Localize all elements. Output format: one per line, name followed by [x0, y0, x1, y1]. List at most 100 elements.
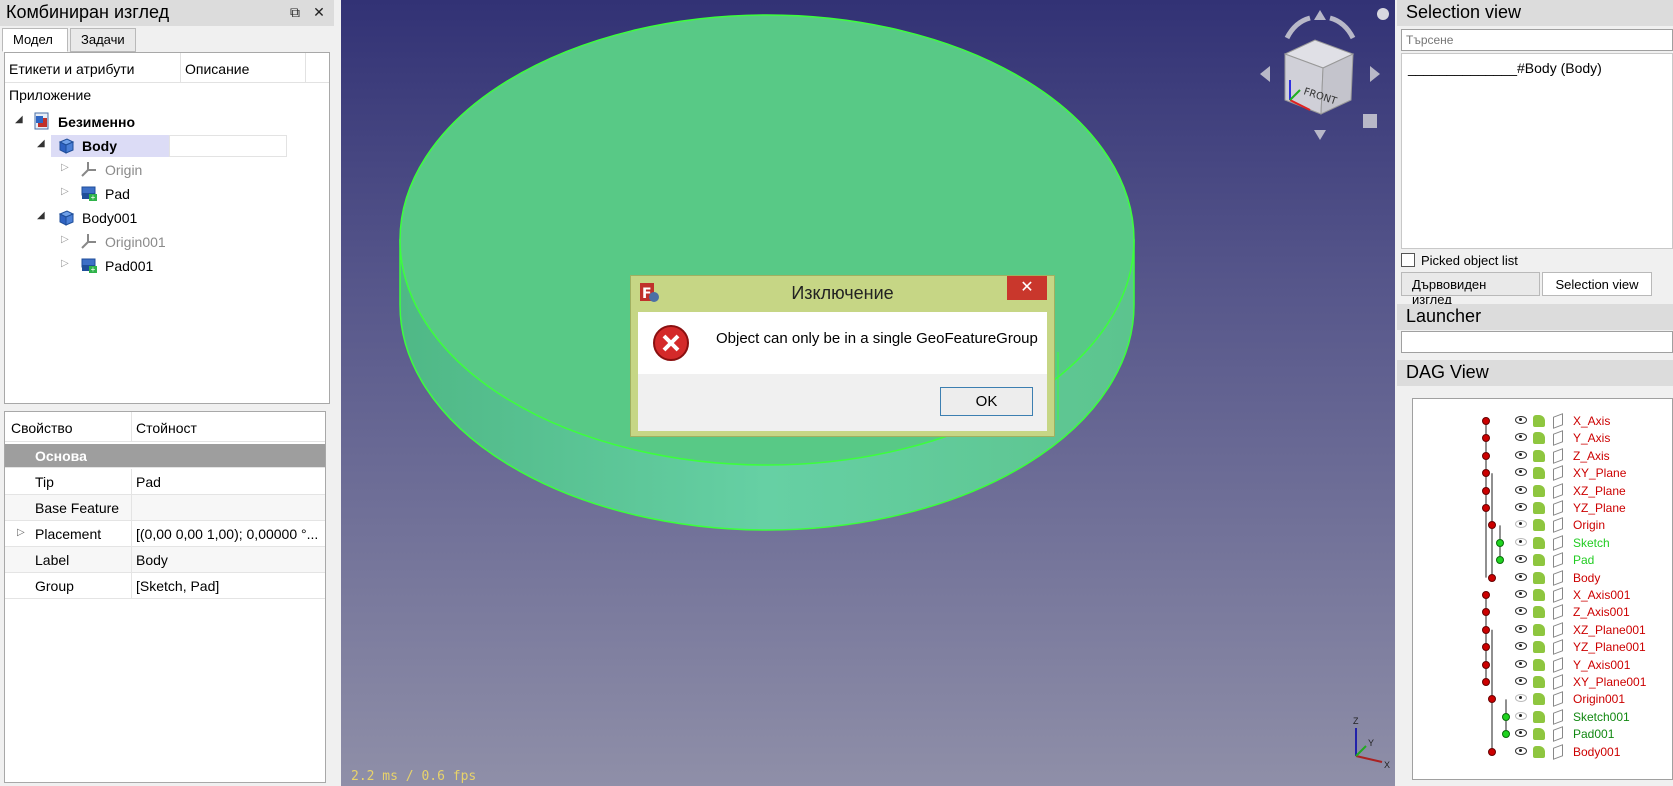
tree-item-pad001[interactable]: ▷ + Pad001	[5, 255, 305, 277]
expand-right-icon[interactable]: ▷	[17, 527, 25, 538]
property-group-base[interactable]: Основа	[5, 444, 325, 468]
expand-right-icon[interactable]: ▷	[61, 234, 71, 245]
float-dock-icon[interactable]: ⧉	[286, 3, 304, 21]
dag-row[interactable]: Origin001	[1413, 691, 1672, 708]
tab-selection-view[interactable]: Selection view	[1542, 272, 1652, 296]
visibility-eye-icon[interactable]	[1515, 659, 1527, 668]
tab-tasks[interactable]: Задачи	[70, 28, 136, 52]
tab-model[interactable]: Модел	[2, 28, 68, 52]
tab-tree-view[interactable]: Дървовиден изглед	[1401, 272, 1540, 307]
visibility-eye-icon[interactable]	[1515, 677, 1527, 685]
visibility-eye-icon[interactable]	[1515, 607, 1527, 616]
dag-row[interactable]: Y_Axis	[1413, 430, 1672, 447]
dag-node-dot[interactable]	[1482, 417, 1490, 425]
tree-item-document[interactable]: ◢ Безименно	[5, 111, 305, 133]
property-row-placement[interactable]: ▷ Placement [(0,00 0,00 1,00); 0,00000 °…	[5, 521, 325, 547]
selection-list-item[interactable]: ______________#Body (Body)	[1408, 60, 1602, 76]
tree-item-pad[interactable]: ▷ + Pad	[5, 183, 305, 205]
dag-row[interactable]: Body001	[1413, 743, 1672, 761]
dag-view[interactable]: X_Axis Y_Axis Z_Axis XY_Plane XZ_Plane YZ_Pla…	[1412, 398, 1673, 780]
dag-row[interactable]: YZ_Plane	[1413, 500, 1672, 517]
launcher-input[interactable]	[1401, 331, 1673, 353]
dag-row[interactable]: X_Axis	[1413, 413, 1672, 430]
dag-row[interactable]: XY_Plane	[1413, 465, 1672, 482]
dag-row[interactable]: Origin	[1413, 517, 1672, 534]
tree-item-body001[interactable]: ◢ Body001	[5, 207, 305, 229]
visibility-eye-icon[interactable]	[1515, 468, 1527, 477]
selection-search-input[interactable]: Търсене	[1401, 29, 1673, 51]
ok-button[interactable]: OK	[940, 387, 1033, 416]
visibility-eye-icon[interactable]	[1515, 572, 1527, 581]
visibility-eye-icon[interactable]	[1515, 520, 1527, 529]
close-dock-icon[interactable]: ✕	[310, 3, 328, 21]
dag-node-dot[interactable]	[1482, 591, 1490, 599]
dag-node-dot[interactable]	[1482, 660, 1490, 669]
dag-row[interactable]: Sketch001	[1413, 708, 1672, 726]
expand-down-icon[interactable]: ◢	[37, 138, 47, 149]
dag-row[interactable]: Pad	[1413, 552, 1672, 569]
property-row-label[interactable]: Label Body	[5, 547, 325, 573]
property-value[interactable]: Body	[136, 552, 326, 568]
dialog-close-button[interactable]: ✕	[1007, 276, 1047, 300]
tree-header-labels[interactable]: Етикети и атрибути	[9, 61, 134, 77]
dag-row[interactable]: YZ_Plane001	[1413, 639, 1672, 656]
dag-node-dot[interactable]	[1482, 434, 1490, 443]
tree-item-origin[interactable]: ▷ Origin	[5, 159, 305, 181]
dag-row[interactable]: Sketch	[1413, 534, 1672, 552]
dag-row[interactable]: XY_Plane001	[1413, 674, 1672, 691]
visibility-eye-icon[interactable]	[1515, 433, 1527, 442]
property-row-group[interactable]: Group [Sketch, Pad]	[5, 573, 325, 599]
visibility-eye-icon[interactable]	[1515, 694, 1527, 703]
dag-node-dot[interactable]	[1488, 747, 1496, 756]
visibility-eye-icon[interactable]	[1515, 729, 1527, 738]
property-value[interactable]: [(0,00 0,00 1,00); 0,00000 °...	[136, 526, 326, 542]
property-row-tip[interactable]: Tip Pad	[5, 469, 325, 495]
expand-right-icon[interactable]: ▷	[61, 186, 71, 197]
visibility-eye-icon[interactable]	[1515, 642, 1527, 651]
visibility-eye-icon[interactable]	[1515, 711, 1527, 720]
dag-node-dot[interactable]	[1482, 451, 1490, 460]
dag-node-dot[interactable]	[1502, 712, 1510, 721]
navigation-cube[interactable]: FRONT	[1255, 4, 1395, 144]
visibility-eye-icon[interactable]	[1515, 450, 1527, 459]
expand-down-icon[interactable]: ◢	[37, 210, 47, 221]
dag-row[interactable]: X_Axis001	[1413, 587, 1672, 604]
dag-node-dot[interactable]	[1482, 643, 1490, 652]
dag-row[interactable]: Z_Axis	[1413, 447, 1672, 465]
dag-row[interactable]: XZ_Plane001	[1413, 621, 1672, 639]
expand-down-icon[interactable]: ◢	[15, 114, 25, 125]
visibility-eye-icon[interactable]	[1515, 485, 1527, 494]
dag-node-dot[interactable]	[1482, 504, 1490, 512]
dag-node-dot[interactable]	[1482, 469, 1490, 478]
dag-node-dot[interactable]	[1496, 538, 1504, 547]
tree-item-origin001[interactable]: ▷ Origin001	[5, 231, 305, 253]
dag-node-dot[interactable]	[1488, 695, 1496, 704]
property-value[interactable]: [Sketch, Pad]	[136, 578, 326, 594]
checkbox-box[interactable]	[1401, 253, 1415, 267]
visibility-eye-icon[interactable]	[1515, 503, 1527, 511]
visibility-eye-icon[interactable]	[1515, 555, 1527, 564]
dag-node-dot[interactable]	[1482, 608, 1490, 617]
visibility-eye-icon[interactable]	[1515, 624, 1527, 633]
dag-row[interactable]: Y_Axis001	[1413, 656, 1672, 674]
3d-viewport[interactable]: FRONT Z Y X 2.2 ms / 0.6 fps F Изключени…	[341, 0, 1395, 786]
property-value[interactable]: Pad	[136, 474, 326, 490]
dag-row[interactable]: Body	[1413, 569, 1672, 587]
selection-list[interactable]: ______________#Body (Body)	[1401, 53, 1673, 249]
picked-object-list-checkbox[interactable]: Picked object list	[1401, 253, 1518, 268]
expand-right-icon[interactable]: ▷	[61, 162, 71, 173]
property-header-value[interactable]: Стойност	[136, 420, 326, 436]
dag-row[interactable]: Pad001	[1413, 726, 1672, 743]
visibility-eye-icon[interactable]	[1515, 590, 1527, 598]
dag-node-dot[interactable]	[1496, 556, 1504, 565]
dag-row[interactable]: Z_Axis001	[1413, 604, 1672, 621]
dag-node-dot[interactable]	[1482, 486, 1490, 495]
visibility-eye-icon[interactable]	[1515, 537, 1527, 546]
dag-node-dot[interactable]	[1482, 625, 1490, 634]
dag-node-dot[interactable]	[1488, 521, 1496, 530]
property-row-base-feature[interactable]: Base Feature	[5, 495, 325, 521]
visibility-eye-icon[interactable]	[1515, 746, 1527, 755]
property-header-name[interactable]: Свойство	[11, 420, 72, 436]
expand-right-icon[interactable]: ▷	[61, 258, 71, 269]
dag-row[interactable]: XZ_Plane	[1413, 482, 1672, 500]
